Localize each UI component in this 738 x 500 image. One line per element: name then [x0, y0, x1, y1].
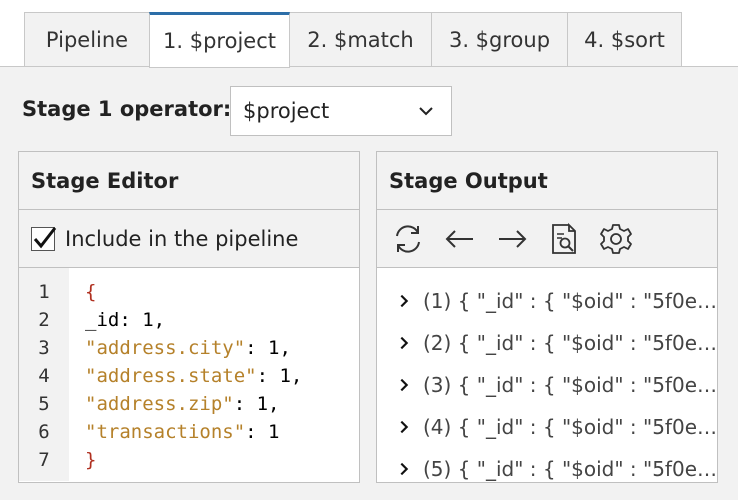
arrow-left-icon[interactable]: [443, 222, 477, 256]
line-number: 4: [38, 365, 50, 387]
code-value: : 1: [245, 421, 280, 443]
line-number: 7: [38, 449, 50, 471]
code-editor[interactable]: 1 2 3 4 5 6 7 { _id: 1, "address.city": …: [19, 268, 359, 481]
chevron-right-icon: [400, 336, 409, 350]
code-value: : 1,: [119, 309, 166, 331]
operator-select[interactable]: $project: [230, 86, 452, 136]
code-key: "address.zip": [85, 393, 234, 415]
code-key: "transactions": [85, 421, 246, 443]
output-document-text: (3) { "_id" : { "$oid" : "5f0e…: [422, 373, 717, 397]
output-document[interactable]: (2) { "_id" : { "$oid" : "5f0e…: [377, 322, 717, 364]
chevron-right-icon: [400, 420, 409, 434]
code-line-1: {: [85, 278, 302, 306]
line-number: 1: [38, 281, 50, 303]
chevron-down-icon: [419, 107, 433, 116]
output-toolbar: [377, 210, 717, 268]
output-document[interactable]: (3) { "_id" : { "$oid" : "5f0e…: [377, 364, 717, 406]
chevron-right-icon: [400, 378, 409, 392]
output-document[interactable]: (5) { "_id" : { "$oid" : "5f0e…: [377, 448, 717, 490]
document-search-icon[interactable]: [547, 222, 581, 256]
output-document-list: (1) { "_id" : { "$oid" : "5f0e… (2) { "_…: [377, 268, 717, 490]
gear-icon[interactable]: [599, 222, 633, 256]
refresh-icon[interactable]: [391, 222, 425, 256]
stage-output-panel: Stage Output (1) {"_id": {"$oid": "5…: [376, 151, 718, 483]
close-brace: }: [85, 449, 97, 471]
checkmark-icon: [33, 226, 57, 248]
chevron-right-icon: [400, 462, 409, 476]
output-document-text: (5) { "_id" : { "$oid" : "5f0e…: [422, 457, 717, 481]
code-line-6: "transactions": 1: [85, 418, 302, 446]
output-document[interactable]: (4) { "_id" : { "$oid" : "5f0e…: [377, 406, 717, 448]
operator-selected-value: $project: [243, 99, 330, 123]
code-value: : 1,: [245, 337, 291, 359]
code-line-3: "address.city": 1,: [85, 334, 302, 362]
stage-editor-panel: Stage Editor Include in the pipeline 1 2…: [18, 151, 360, 483]
tab-sort[interactable]: 4. $sort: [567, 12, 682, 67]
operator-label: Stage 1 operator:: [22, 97, 232, 121]
output-document-text: (1) { "_id" : { "$oid" : "5f0e…: [422, 289, 717, 313]
line-number: 3: [38, 337, 50, 359]
line-number-gutter: 1 2 3 4 5 6 7: [19, 268, 69, 481]
line-number: 5: [38, 393, 50, 415]
code-key: _id: [85, 309, 120, 331]
include-checkbox[interactable]: [31, 226, 57, 251]
open-brace: {: [85, 281, 97, 303]
stage-editor-title: Stage Editor: [19, 152, 359, 210]
chevron-right-icon: [400, 294, 409, 308]
tab-match[interactable]: 2. $match: [290, 12, 431, 67]
code-line-4: "address.state": 1,: [85, 362, 302, 390]
code-value: : 1,: [233, 393, 280, 415]
code-lines: { _id: 1, "address.city": 1, "address.st…: [69, 268, 302, 481]
code-line-7: }: [85, 446, 302, 474]
code-key: "address.state": [85, 365, 257, 387]
line-number: 6: [38, 421, 50, 443]
stage-tabs: Pipeline 1. $project 2. $match 3. $group…: [24, 12, 682, 68]
tab-group[interactable]: 3. $group: [431, 12, 567, 67]
include-label: Include in the pipeline: [65, 226, 299, 251]
output-document-text: (4) { "_id" : { "$oid" : "5f0e…: [422, 415, 717, 439]
line-number: 2: [38, 309, 50, 331]
code-line-5: "address.zip": 1,: [85, 390, 302, 418]
output-document[interactable]: (1) { "_id" : { "$oid" : "5f0e…: [377, 280, 717, 322]
stage-output-title: Stage Output: [377, 152, 717, 210]
output-document-text: (2) { "_id" : { "$oid" : "5f0e…: [422, 331, 717, 355]
code-key: "address.city": [85, 337, 246, 359]
arrow-right-icon[interactable]: [495, 222, 529, 256]
include-pipeline-row[interactable]: Include in the pipeline: [19, 210, 359, 268]
tab-project[interactable]: 1. $project: [149, 12, 290, 68]
code-value: : 1,: [256, 365, 303, 387]
tab-pipeline[interactable]: Pipeline: [24, 12, 149, 67]
code-line-2: _id: 1,: [85, 306, 302, 334]
